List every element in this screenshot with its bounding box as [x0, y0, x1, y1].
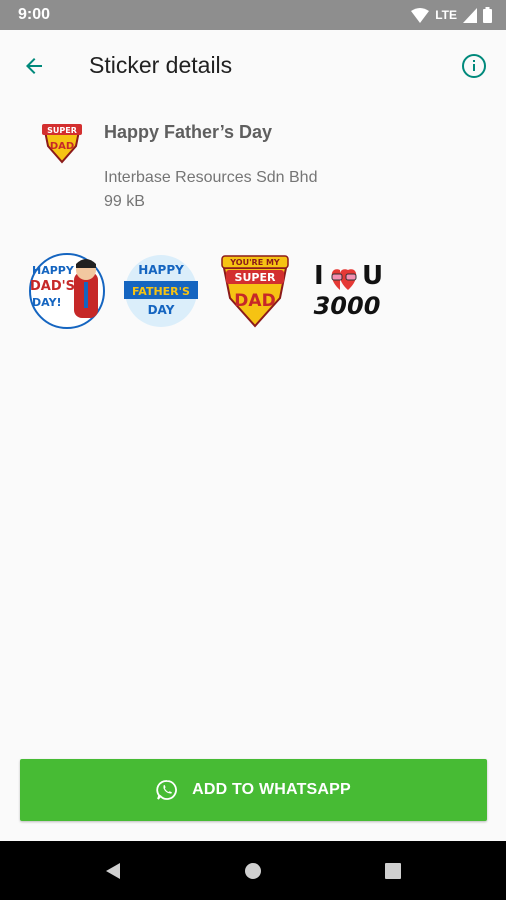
add-button-label: ADD TO WHATSAPP	[192, 781, 351, 798]
sticker-2-line-2: FATHER'S	[132, 285, 190, 298]
sticker-1-line-3: DAY!	[32, 296, 62, 309]
sticker-3-line-1: YOU'RE MY	[229, 258, 280, 267]
network-type: LTE	[435, 8, 457, 22]
arrow-back-icon	[26, 58, 42, 74]
pack-tray-icon: SUPER DAD	[38, 118, 86, 166]
recents-square-icon	[385, 863, 401, 879]
back-triangle-icon	[106, 863, 120, 879]
pack-size: 99 kB	[104, 193, 145, 210]
info-button[interactable]	[456, 48, 492, 84]
sticker-1-line-2: DAD'S	[30, 279, 75, 294]
sticker-2[interactable]: HAPPY FATHER'S DAY	[120, 252, 202, 330]
sticker-4-line-1: I	[314, 261, 324, 291]
status-bar: 9:00 LTE	[0, 0, 506, 30]
sticker-2-line-3: DAY	[148, 303, 175, 317]
sticker-2-line-1: HAPPY	[138, 263, 184, 277]
navigation-bar	[0, 841, 506, 900]
sticker-4-line-3: 3000	[314, 292, 381, 320]
status-time: 9:00	[18, 6, 51, 23]
sticker-3[interactable]: YOU'RE MY SUPER DAD	[214, 252, 296, 330]
sticker-1[interactable]: HAPPY DAD'S DAY!	[26, 252, 108, 330]
home-circle-icon	[245, 863, 261, 879]
app-bar: Sticker details	[0, 30, 506, 102]
wifi-icon	[411, 7, 430, 23]
sticker-4[interactable]: I U 3000	[306, 252, 388, 330]
info-icon	[462, 54, 486, 78]
pack-icon-text-1: SUPER	[47, 126, 77, 135]
back-button[interactable]	[16, 48, 52, 84]
nav-back-button[interactable]	[98, 856, 128, 886]
sticker-3-line-3: DAD	[234, 291, 275, 311]
status-icons: LTE	[411, 7, 492, 23]
add-to-whatsapp-button[interactable]: ADD TO WHATSAPP	[20, 759, 487, 821]
pack-icon-text-2: DAD	[50, 141, 74, 152]
pack-title: Happy Father’s Day	[104, 122, 273, 142]
nav-home-button[interactable]	[238, 856, 268, 886]
sticker-4-line-2: U	[362, 261, 383, 291]
sticker-1-line-1: HAPPY	[32, 264, 75, 277]
sticker-3-line-2: SUPER	[235, 271, 276, 284]
battery-icon	[483, 7, 492, 23]
nav-recents-button[interactable]	[378, 856, 408, 886]
signal-icon	[463, 7, 477, 23]
pack-publisher: Interbase Resources Sdn Bhd	[104, 169, 318, 186]
page-title: Sticker details	[89, 52, 233, 78]
whatsapp-icon	[156, 780, 177, 800]
